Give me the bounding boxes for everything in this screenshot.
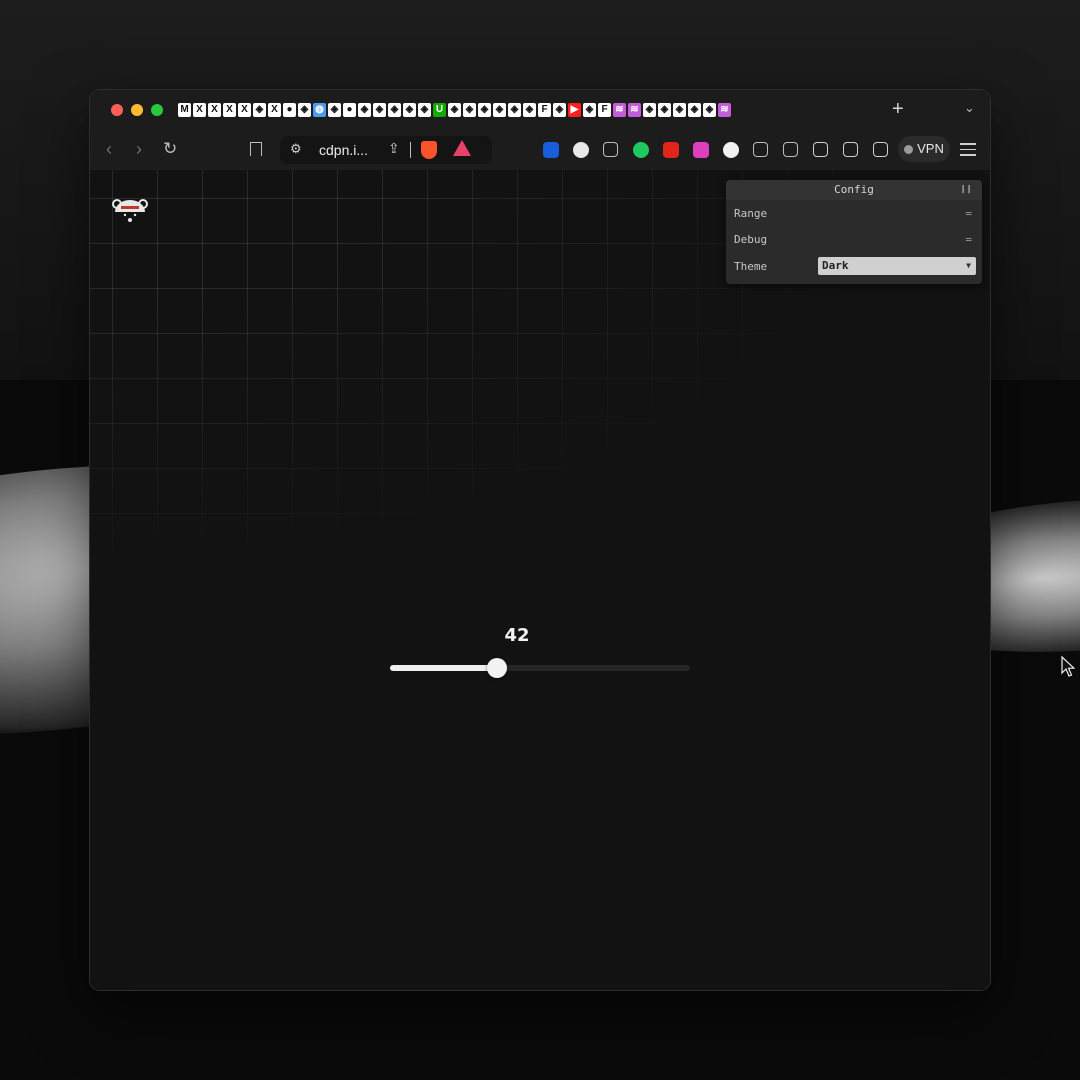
- codepen-tab-icon[interactable]: ◈: [688, 103, 701, 117]
- stack-tab-icon[interactable]: ≋: [628, 103, 641, 117]
- codepen-tab-icon[interactable]: ◈: [643, 103, 656, 117]
- grammarly-icon[interactable]: [693, 142, 709, 158]
- maximize-window-button[interactable]: [151, 104, 163, 116]
- vpn-label: VPN: [917, 141, 944, 156]
- config-folder-debug[interactable]: Debug =: [726, 228, 982, 252]
- vpn-button[interactable]: VPN: [898, 136, 950, 162]
- address-bar[interactable]: ⚙ cdpn.i... ⇪: [280, 136, 492, 164]
- leaf-icon[interactable]: [603, 142, 618, 157]
- tab-list-chevron-icon[interactable]: ⌄: [964, 100, 975, 116]
- equals-icon: =: [965, 207, 972, 220]
- figma-tab-icon[interactable]: F: [538, 103, 551, 117]
- bear-logo-icon: [112, 199, 148, 222]
- forward-icon[interactable]: ›: [136, 139, 142, 159]
- green-dot-icon[interactable]: [633, 142, 649, 158]
- brave-rewards-icon[interactable]: [453, 140, 471, 156]
- reload-icon[interactable]: ↻: [163, 139, 177, 159]
- x-tab-icon[interactable]: X: [208, 103, 221, 117]
- brave-shields-icon[interactable]: [421, 141, 437, 159]
- config-row-label: Range: [734, 207, 768, 220]
- x-tab-icon[interactable]: X: [238, 103, 251, 117]
- browser-toolbar: ‹ › ↻ ⚙ cdpn.i... ⇪ VPN: [90, 130, 990, 171]
- upwork-tab-icon[interactable]: U: [433, 103, 446, 117]
- codepen-tab-icon[interactable]: ◈: [523, 103, 536, 117]
- config-title-text: Config: [834, 183, 874, 196]
- config-row-label: Debug: [734, 233, 768, 246]
- codepen-tab-icon[interactable]: ◈: [298, 103, 311, 117]
- codepen-tab-icon[interactable]: ◈: [553, 103, 566, 117]
- ublock-icon[interactable]: [663, 142, 679, 158]
- codepen-tab-icon[interactable]: ◈: [358, 103, 371, 117]
- codepen-tab-icon[interactable]: ◈: [328, 103, 341, 117]
- codepen-tab-icon[interactable]: ◈: [373, 103, 386, 117]
- slider-thumb[interactable]: [486, 658, 507, 678]
- page-content: 42 Config ❙❙ Range = Debug = Theme Dark ▼: [90, 170, 990, 990]
- back-icon[interactable]: ‹: [106, 139, 112, 159]
- theme-value: Dark: [822, 259, 849, 272]
- framer-tab-icon[interactable]: F: [598, 103, 611, 117]
- share-icon[interactable]: ⇪: [388, 140, 400, 157]
- tab-bar: M X X X X ◈ X ● ◈ ◍ ◈ ● ◈ ◈ ◈ ◈ ◈ U ◈ ◈ ◈ ◈ ◈ ◈ F ◈ ▶ ◈ F ≋ ≋ ◈ ◈ ◈ ◈ ◈ ≋ + …: [90, 90, 990, 130]
- equals-icon: =: [965, 233, 972, 246]
- codepen-tab-icon[interactable]: ◈: [253, 103, 266, 117]
- codepen-tab-icon[interactable]: ◈: [703, 103, 716, 117]
- codepen-tab-icon[interactable]: ◈: [448, 103, 461, 117]
- new-tab-button[interactable]: +: [892, 98, 904, 120]
- config-title[interactable]: Config ❙❙: [726, 180, 982, 200]
- puzzle-icon[interactable]: [783, 142, 798, 157]
- browser-window: M X X X X ◈ X ● ◈ ◍ ◈ ● ◈ ◈ ◈ ◈ ◈ U ◈ ◈ ◈ ◈ ◈ ◈ F ◈ ▶ ◈ F ≋ ≋ ◈ ◈ ◈ ◈ ◈ ≋ + …: [90, 90, 990, 990]
- sidebar-icon[interactable]: [813, 142, 828, 157]
- stack-tab-icon[interactable]: ≋: [613, 103, 626, 117]
- pencil-icon[interactable]: [573, 142, 589, 158]
- slider-fill: [390, 665, 497, 671]
- caret-down-icon: ▼: [966, 261, 971, 270]
- github-tab-icon[interactable]: ●: [283, 103, 296, 117]
- codepen-tab-icon[interactable]: ◈: [508, 103, 521, 117]
- drag-handle-icon[interactable]: ❙❙: [960, 180, 972, 200]
- leo-icon[interactable]: [873, 142, 888, 157]
- gmail-tab-icon[interactable]: M: [178, 103, 191, 117]
- youtube-tab-icon[interactable]: ▶: [568, 103, 581, 117]
- config-panel: Config ❙❙ Range = Debug = Theme Dark ▼: [726, 180, 982, 284]
- divider: [410, 142, 411, 158]
- feather-icon[interactable]: [753, 142, 768, 157]
- chrome-tab-icon[interactable]: ◍: [313, 103, 326, 117]
- config-folder-range[interactable]: Range =: [726, 202, 982, 226]
- codepen-tab-icon[interactable]: ◈: [493, 103, 506, 117]
- mouse-cursor-icon: [1061, 656, 1075, 677]
- codepen-tab-icon[interactable]: ◈: [658, 103, 671, 117]
- codepen-tab-icon[interactable]: ◈: [583, 103, 596, 117]
- x-tab-icon[interactable]: X: [223, 103, 236, 117]
- close-window-button[interactable]: [111, 104, 123, 116]
- slider-track[interactable]: [390, 658, 690, 678]
- theme-select[interactable]: Dark ▼: [818, 257, 976, 275]
- x-tab-icon[interactable]: X: [268, 103, 281, 117]
- config-theme-row: Theme Dark ▼: [726, 254, 982, 280]
- range-slider: 42: [390, 625, 690, 685]
- codepen-tab-icon[interactable]: ◈: [478, 103, 491, 117]
- site-settings-icon[interactable]: ⚙: [290, 141, 302, 157]
- codepen-tab-icon[interactable]: ◈: [418, 103, 431, 117]
- codepen-tab-icon[interactable]: ◈: [463, 103, 476, 117]
- theme-label: Theme: [734, 260, 768, 273]
- hamburger-menu-icon[interactable]: [960, 143, 976, 160]
- x-tab-icon[interactable]: X: [193, 103, 206, 117]
- codepen-tab-icon[interactable]: ◈: [388, 103, 401, 117]
- slider-value: 42: [504, 625, 530, 646]
- wallet-icon[interactable]: [843, 142, 858, 157]
- codepen-tab-icon[interactable]: ◈: [673, 103, 686, 117]
- minimize-window-button[interactable]: [131, 104, 143, 116]
- url-text[interactable]: cdpn.i...: [319, 142, 368, 158]
- bitwarden-icon[interactable]: [543, 142, 559, 158]
- vpn-status-icon: [904, 145, 914, 154]
- github-tab-icon[interactable]: ●: [343, 103, 356, 117]
- m-icon[interactable]: [723, 142, 739, 158]
- tab-strip: M X X X X ◈ X ● ◈ ◍ ◈ ● ◈ ◈ ◈ ◈ ◈ U ◈ ◈ ◈ ◈ ◈ ◈ F ◈ ▶ ◈ F ≋ ≋ ◈ ◈ ◈ ◈ ◈ ≋: [178, 101, 731, 119]
- bookmark-icon[interactable]: [250, 142, 262, 156]
- codepen-tab-icon[interactable]: ◈: [403, 103, 416, 117]
- stack-tab-icon[interactable]: ≋: [718, 103, 731, 117]
